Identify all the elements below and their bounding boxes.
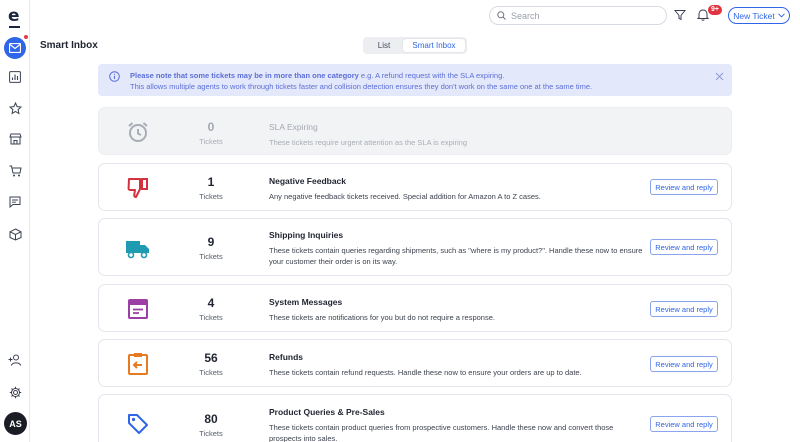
sidebar-item-favorites[interactable]	[7, 100, 23, 116]
inbox-icon	[9, 43, 21, 53]
cart-icon	[9, 165, 22, 177]
ticket-count: 80	[204, 412, 218, 426]
ticket-count: 9	[207, 235, 215, 249]
category-description: These tickets contain product queries fr…	[269, 423, 614, 442]
category-title: Product Queries & Pre-Sales	[269, 407, 385, 417]
filter-button[interactable]	[673, 8, 688, 22]
category-card-refunds[interactable]: 56 Tickets Refunds These tickets contain…	[98, 339, 732, 387]
category-card-system-messages[interactable]: 4 Tickets System Messages These tickets …	[98, 284, 732, 332]
new-ticket-label: New Ticket	[733, 10, 775, 21]
ticket-count-label: Tickets	[199, 368, 223, 377]
message-window-icon	[125, 296, 151, 322]
category-card-sla-expiring: 0 Tickets SLA Expiring These tickets req…	[98, 107, 732, 155]
sidebar-item-inbox[interactable]	[4, 37, 26, 59]
banner-line-2: This allows multiple agents to work thro…	[130, 82, 593, 91]
category-description: These tickets are notifications for you …	[269, 313, 495, 322]
thumbs-down-icon	[125, 175, 151, 201]
add-user-icon	[8, 354, 21, 366]
info-banner: Please note that some tickets may be in …	[98, 64, 732, 96]
filter-icon	[673, 10, 687, 21]
search-icon	[497, 11, 506, 20]
sidebar-item-products[interactable]	[7, 226, 23, 242]
logo-underline	[9, 26, 20, 28]
category-description: Any negative feedback tickets received. …	[269, 192, 541, 201]
sidebar-item-orders[interactable]	[7, 163, 23, 179]
ticket-count-label: Tickets	[199, 429, 223, 438]
inbox-notification-dot	[23, 34, 29, 40]
star-icon	[8, 101, 22, 115]
new-ticket-button[interactable]: New Ticket	[728, 7, 790, 24]
ticket-count: 1	[207, 175, 215, 189]
left-sidebar: e AS	[0, 0, 30, 442]
box-icon	[9, 227, 21, 241]
tab-list[interactable]: List	[365, 39, 403, 52]
ticket-count: 4	[207, 296, 215, 310]
chevron-down-icon	[777, 13, 785, 18]
view-toggle: List Smart Inbox	[363, 37, 467, 54]
refund-icon	[125, 351, 151, 377]
category-card-shipping-inquiries[interactable]: 9 Tickets Shipping Inquiries These ticke…	[98, 218, 732, 276]
notification-badge: 9+	[708, 5, 722, 15]
banner-bold-text: Please note that some tickets may be in …	[130, 71, 359, 80]
sidebar-item-settings[interactable]	[7, 384, 23, 400]
sidebar-item-add-user[interactable]	[7, 352, 23, 368]
category-title: System Messages	[269, 297, 343, 307]
category-title: Negative Feedback	[269, 176, 347, 186]
ticket-count: 56	[204, 351, 218, 365]
category-card-product-queries[interactable]: 80 Tickets Product Queries & Pre-Sales T…	[98, 394, 732, 442]
category-title: Refunds	[269, 352, 303, 362]
category-description: These tickets contain queries regarding …	[269, 246, 643, 266]
user-avatar[interactable]: AS	[4, 412, 27, 435]
sidebar-item-store[interactable]	[7, 131, 23, 147]
review-and-reply-button[interactable]: Review and reply	[650, 356, 718, 372]
sidebar-item-analytics[interactable]	[7, 69, 23, 85]
banner-line-1: Please note that some tickets may be in …	[130, 71, 504, 80]
store-icon	[8, 133, 22, 145]
info-icon	[109, 71, 120, 82]
category-title: SLA Expiring	[269, 122, 318, 132]
category-title: Shipping Inquiries	[269, 230, 344, 240]
settings-icon	[9, 386, 21, 398]
category-description: These tickets contain refund requests. H…	[269, 368, 582, 377]
category-description: These tickets require urgent attention a…	[269, 138, 468, 147]
ticket-count-label: Tickets	[199, 252, 223, 261]
tab-smart-inbox[interactable]: Smart Inbox	[403, 39, 465, 52]
sidebar-item-messages[interactable]	[7, 194, 23, 210]
search-input[interactable]	[511, 10, 651, 21]
search-box[interactable]	[489, 6, 667, 25]
page-title: Smart Inbox	[40, 40, 98, 51]
ticket-count-label: Tickets	[199, 137, 223, 146]
review-and-reply-button[interactable]: Review and reply	[650, 179, 718, 195]
price-tag-icon	[125, 411, 151, 437]
truck-icon	[125, 235, 151, 261]
app-logo: e	[8, 6, 20, 26]
ticket-count-label: Tickets	[199, 313, 223, 322]
ticket-count: 0	[207, 120, 215, 134]
ticket-count-label: Tickets	[199, 192, 223, 201]
close-icon[interactable]	[715, 72, 724, 81]
review-and-reply-button[interactable]: Review and reply	[650, 416, 718, 432]
top-bar: 9+ New Ticket	[31, 0, 800, 32]
chat-icon	[9, 196, 21, 208]
banner-example-text: e.g. A refund request with the SLA expir…	[358, 71, 505, 80]
review-and-reply-button[interactable]: Review and reply	[650, 239, 718, 255]
alarm-clock-icon	[125, 119, 151, 145]
review-and-reply-button[interactable]: Review and reply	[650, 301, 718, 317]
category-card-negative-feedback[interactable]: 1 Tickets Negative Feedback Any negative…	[98, 163, 732, 211]
analytics-icon	[9, 71, 21, 83]
